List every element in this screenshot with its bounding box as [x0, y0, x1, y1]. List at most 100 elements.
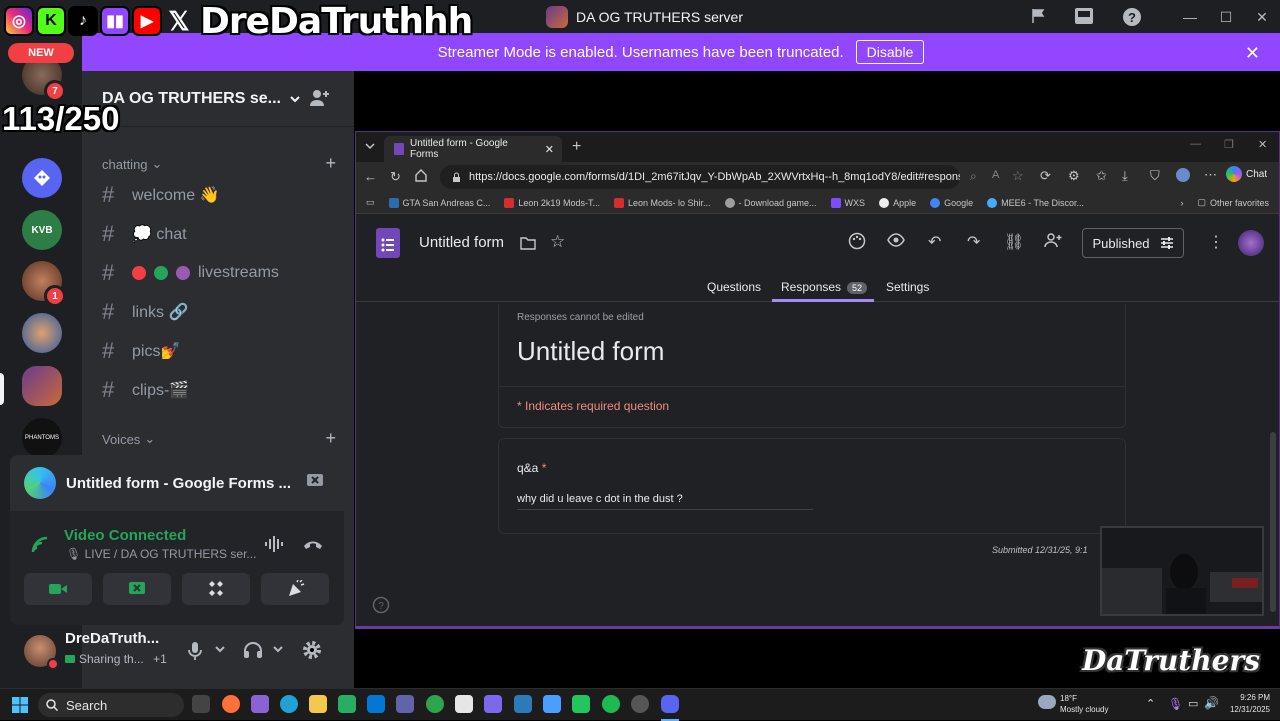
preview-eye-icon[interactable]	[887, 233, 905, 247]
headphones-icon[interactable]	[243, 641, 263, 659]
profile-icon[interactable]	[1176, 168, 1190, 182]
tray-chevron-icon[interactable]: ⌃	[1146, 697, 1155, 710]
home-icon[interactable]	[414, 168, 428, 182]
minimize-icon[interactable]: —	[1172, 4, 1208, 30]
channel-links[interactable]: # links 🔗	[102, 296, 188, 328]
taskbar-search[interactable]: Search	[38, 693, 184, 717]
favorite-star-icon[interactable]: ☆	[1012, 168, 1024, 184]
channel-pics[interactable]: # pics💅	[102, 335, 180, 367]
help-icon[interactable]: ?	[1122, 7, 1142, 27]
new-tab-icon[interactable]: +	[572, 138, 581, 156]
published-button[interactable]: Published	[1082, 228, 1184, 258]
app-icon[interactable]	[455, 695, 473, 713]
tab-questions[interactable]: Questions	[707, 280, 761, 294]
camera-button[interactable]	[24, 573, 92, 605]
store-icon[interactable]	[338, 695, 356, 713]
obs-icon[interactable]	[631, 695, 649, 713]
help-icon[interactable]: ?	[372, 596, 390, 614]
edge-icon[interactable]	[280, 695, 298, 713]
more-menu-icon[interactable]: ⋯	[1204, 167, 1217, 183]
clock[interactable]: 9:26 PM 12/31/2025	[1226, 692, 1270, 716]
app-icon[interactable]	[514, 695, 532, 713]
more-options-icon[interactable]: ⋮	[1208, 232, 1224, 252]
favorites-icon[interactable]: ✩	[1096, 168, 1107, 184]
file-explorer-icon[interactable]	[309, 695, 327, 713]
spotify-icon[interactable]	[602, 695, 620, 713]
close-tab-icon[interactable]: ✕	[545, 143, 554, 156]
address-bar[interactable]: https://docs.google.com/forms/d/1DI_2m67…	[440, 165, 960, 189]
back-icon[interactable]: ←	[364, 169, 377, 184]
weather-widget[interactable]: 18°F Mostly cloudy	[1060, 693, 1108, 715]
bookmark-item[interactable]: Google	[930, 197, 973, 208]
outlook-icon[interactable]	[367, 695, 385, 713]
volume-icon[interactable]: 🔊	[1204, 696, 1219, 710]
chevron-down-icon[interactable]	[214, 643, 226, 655]
activities-button[interactable]	[182, 573, 250, 605]
server-icon-5[interactable]	[22, 313, 62, 353]
settings-gear-icon[interactable]	[302, 640, 322, 660]
disable-streamer-mode-button[interactable]: Disable	[855, 40, 925, 64]
link-icon[interactable]: ⛓	[1004, 232, 1024, 252]
stop-stream-icon[interactable]	[306, 473, 324, 489]
category-chatting[interactable]: chatting ⌄	[102, 156, 162, 172]
bookmark-item[interactable]: - Download game...	[724, 197, 817, 208]
tray-mic-icon[interactable]: 🎙	[1168, 697, 1183, 711]
bookmark-item[interactable]: GTA San Andreas C...	[388, 197, 490, 208]
tab-responses[interactable]: Responses 52	[781, 280, 868, 294]
maximize-icon[interactable]: ☐	[1208, 4, 1244, 30]
tab-settings[interactable]: Settings	[886, 280, 929, 294]
extensions-icon[interactable]: ⚙	[1068, 168, 1080, 184]
close-window-icon[interactable]: ✕	[1258, 138, 1267, 151]
extension-refresh-icon[interactable]: ⟳	[1040, 168, 1051, 184]
channel-livestreams[interactable]: # livestreams	[102, 257, 279, 289]
channel-welcome[interactable]: # welcome 👋	[102, 179, 220, 211]
collections-icon[interactable]: ▭	[366, 197, 375, 208]
noise-suppression-icon[interactable]	[264, 535, 286, 553]
task-view-icon[interactable]	[192, 695, 210, 713]
tab-actions-icon[interactable]	[364, 141, 376, 151]
restore-icon[interactable]: ❐	[1224, 138, 1234, 151]
app-icon[interactable]	[572, 695, 590, 713]
undo-icon[interactable]: ↶	[928, 232, 941, 252]
activity-header[interactable]: Untitled form - Google Forms ...	[10, 455, 344, 511]
add-collaborator-icon[interactable]	[1044, 232, 1062, 248]
read-aloud-icon[interactable]: A	[992, 169, 999, 181]
zoom-icon[interactable]: ⌕	[970, 169, 977, 184]
bookmark-item[interactable]: Leon Mods- lo Shir...	[613, 197, 711, 208]
username[interactable]: DreDaTruth...	[65, 630, 159, 647]
redo-icon[interactable]: ↷	[967, 232, 980, 252]
server-icon-phantoms[interactable]: PHANTOMS	[22, 418, 62, 458]
server-icon-kvb[interactable]: KVB	[22, 210, 62, 250]
copilot-chat-button[interactable]: Chat	[1226, 166, 1267, 182]
network-icon[interactable]: ▭	[1188, 697, 1198, 710]
screen-share-button[interactable]	[103, 573, 171, 605]
soundboard-button[interactable]	[261, 573, 329, 605]
scrollbar[interactable]	[1270, 432, 1276, 612]
avatar[interactable]	[24, 635, 59, 670]
teams-icon[interactable]	[396, 695, 414, 713]
channel-chat[interactable]: # 💭 chat	[102, 218, 187, 250]
flag-icon[interactable]	[1030, 7, 1048, 25]
discord-icon[interactable]	[661, 695, 679, 713]
close-icon[interactable]: ✕	[1245, 43, 1260, 64]
palette-icon[interactable]	[848, 232, 866, 250]
folder-icon[interactable]	[520, 236, 536, 250]
bookmark-item[interactable]: MEE6 - The Discor...	[987, 197, 1084, 208]
refresh-icon[interactable]: ↻	[390, 169, 401, 185]
photos-icon[interactable]	[543, 695, 561, 713]
server-icon-og-truthers[interactable]	[22, 366, 62, 406]
close-window-icon[interactable]: ✕	[1244, 4, 1280, 30]
new-pill[interactable]: NEW	[8, 43, 74, 63]
browser-tab[interactable]: Untitled form - Google Forms ✕	[384, 136, 562, 162]
inbox-icon[interactable]	[1074, 7, 1094, 25]
account-avatar[interactable]	[1238, 230, 1264, 256]
microphone-icon[interactable]	[188, 641, 202, 661]
disconnect-icon[interactable]	[302, 537, 324, 551]
server-header[interactable]: DA OG TRUTHERS se...	[82, 71, 354, 127]
bookmark-item[interactable]: WXS	[830, 197, 865, 208]
copilot-icon[interactable]	[251, 695, 269, 713]
voice-channel-label[interactable]: 🎙 LIVE / DA OG TRUTHERS ser...	[66, 547, 256, 561]
star-icon[interactable]: ☆	[550, 232, 565, 252]
google-forms-logo-icon[interactable]	[376, 228, 400, 258]
xbox-icon[interactable]	[426, 695, 444, 713]
